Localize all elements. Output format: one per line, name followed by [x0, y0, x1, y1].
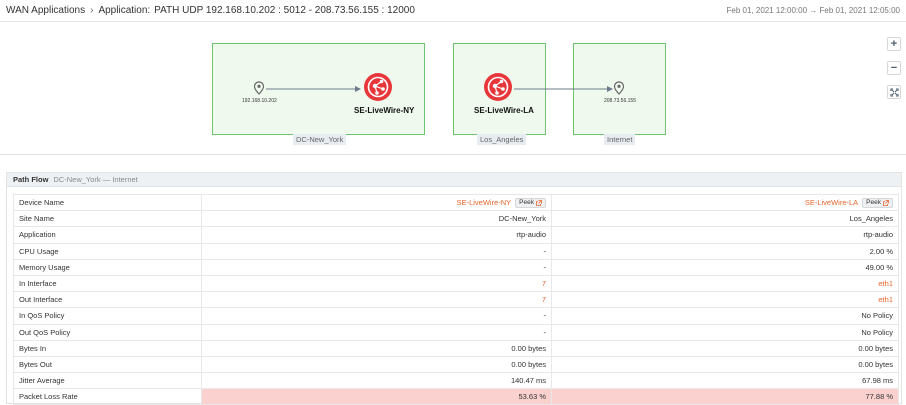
table-row: Out QoS Policy - No Policy	[13, 323, 899, 341]
interface-link[interactable]: eth1	[551, 274, 899, 293]
value-cell: rtp-audio	[201, 226, 552, 244]
breadcrumb: WAN Applications › Application: PATH UDP…	[6, 5, 415, 16]
table-row: Device Name SE-LiveWire-NY Peek SE-LiveWire…	[13, 193, 899, 212]
value-cell: rtp-audio	[551, 226, 899, 244]
row-label: In QoS Policy	[13, 307, 202, 325]
interface-link[interactable]: 7	[201, 274, 552, 293]
breadcrumb-current: PATH UDP 192.168.10.202 : 5012 - 208.73.…	[154, 5, 415, 16]
table-row: Jitter Average 140.47 ms 67.98 ms	[13, 372, 899, 390]
value-cell: -	[201, 258, 552, 276]
value-cell: DC-New_York	[201, 210, 552, 228]
value-cell: 0.00 bytes	[551, 339, 899, 357]
row-label: Bytes Out	[13, 355, 202, 374]
device-name-wrapper: SE-LiveWire-LA Peek	[557, 197, 893, 208]
table-row: In Interface 7 eth1	[13, 274, 899, 293]
device-label-la: SE-LiveWire-LA	[474, 106, 534, 115]
endpoint-label-destination: 208.73.56.155	[604, 98, 636, 104]
value-cell: 49.00 %	[551, 258, 899, 276]
endpoint-label-source: 192.168.10.202	[242, 98, 277, 104]
row-label: Bytes In	[13, 339, 202, 357]
table-row: CPU Usage -2.00 %	[13, 242, 899, 260]
value-cell: 0.00 bytes	[551, 355, 899, 374]
value-cell: 0.00 bytes	[201, 355, 552, 374]
expand-icon	[889, 87, 899, 97]
value-cell: No Policy	[551, 307, 899, 325]
peek-button[interactable]: Peek	[862, 197, 893, 208]
value-cell: -	[201, 307, 552, 325]
row-label: Out QoS Policy	[13, 323, 202, 341]
value-cell: 2.00 %	[551, 242, 899, 260]
table-row: Application rtp-audio rtp-audio	[13, 226, 899, 244]
zoom-out-button[interactable]: −	[887, 61, 901, 75]
row-label: CPU Usage	[13, 242, 202, 260]
fit-to-screen-button[interactable]	[887, 85, 901, 99]
breadcrumb-root[interactable]: WAN Applications	[6, 5, 85, 16]
alert-value-cell: 53.63 %	[201, 388, 552, 405]
row-label: Out Interface	[13, 291, 202, 309]
path-flow-panel: Path Flow DC-New_York — Internet Device …	[6, 172, 902, 405]
value-cell: Los_Angeles	[551, 210, 899, 228]
path-links	[266, 86, 613, 92]
peek-button[interactable]: Peek	[515, 197, 546, 208]
location-pin-icon[interactable]	[253, 81, 265, 95]
path-flow-header: Path Flow DC-New_York — Internet	[7, 173, 901, 187]
router-device-icon[interactable]	[363, 72, 393, 102]
device-name-link[interactable]: SE-LiveWire-NY	[457, 198, 512, 207]
interface-link[interactable]: 7	[201, 291, 552, 309]
page-header: WAN Applications › Application: PATH UDP…	[0, 0, 906, 22]
row-label: Jitter Average	[13, 372, 202, 390]
path-flow-table: Device Name SE-LiveWire-NY Peek SE-LiveWire…	[13, 193, 899, 405]
path-flow-title: Path Flow	[13, 175, 49, 184]
value-cell: -	[201, 242, 552, 260]
table-row: In QoS Policy - No Policy	[13, 307, 899, 325]
location-pin-icon[interactable]	[613, 81, 625, 95]
table-row: Memory Usage -49.00 %	[13, 258, 899, 276]
peek-label: Peek	[866, 199, 881, 207]
device-label-ny: SE-LiveWire-NY	[354, 106, 415, 115]
peek-label: Peek	[519, 199, 534, 207]
row-label: Site Name	[13, 210, 202, 228]
row-label: Device Name	[13, 193, 202, 212]
path-flow-subtitle: DC-New_York — Internet	[53, 175, 138, 184]
device-name-wrapper: SE-LiveWire-NY Peek	[207, 197, 546, 208]
zoom-in-button[interactable]: +	[887, 37, 901, 51]
value-cell: 0.00 bytes	[201, 339, 552, 357]
table-row: Packet Loss Rate 53.63 % 77.88 %	[13, 388, 899, 405]
row-label: Application	[13, 226, 202, 244]
value-cell: No Policy	[551, 323, 899, 341]
breadcrumb-application[interactable]: Application:	[98, 5, 150, 16]
device-name-cell: SE-LiveWire-NY Peek	[201, 193, 552, 212]
device-name-link[interactable]: SE-LiveWire-LA	[805, 198, 858, 207]
table-row: Site Name DC-New_York Los_Angeles	[13, 210, 899, 228]
external-link-icon	[536, 199, 542, 206]
value-cell: 67.98 ms	[551, 372, 899, 390]
router-device-icon[interactable]	[483, 72, 513, 102]
chevron-right-icon: ›	[90, 5, 94, 16]
table-row: Out Interface 7 eth1	[13, 291, 899, 309]
topology-canvas[interactable]: DC-New_York Los_Angeles Internet 192.168…	[0, 22, 906, 155]
table-row: Bytes Out 0.00 bytes 0.00 bytes	[13, 355, 899, 374]
external-link-icon	[883, 199, 889, 206]
row-label: In Interface	[13, 274, 202, 293]
row-label: Packet Loss Rate	[13, 388, 202, 405]
value-cell: 140.47 ms	[201, 372, 552, 390]
table-row: Bytes In 0.00 bytes 0.00 bytes	[13, 339, 899, 357]
value-cell: -	[201, 323, 552, 341]
row-label: Memory Usage	[13, 258, 202, 276]
interface-link[interactable]: eth1	[551, 291, 899, 309]
time-range[interactable]: Feb 01, 2021 12:00:00 → Feb 01, 2021 12:…	[727, 6, 900, 15]
device-name-cell: SE-LiveWire-LA Peek	[551, 193, 899, 212]
alert-value-cell: 77.88 %	[551, 388, 899, 405]
